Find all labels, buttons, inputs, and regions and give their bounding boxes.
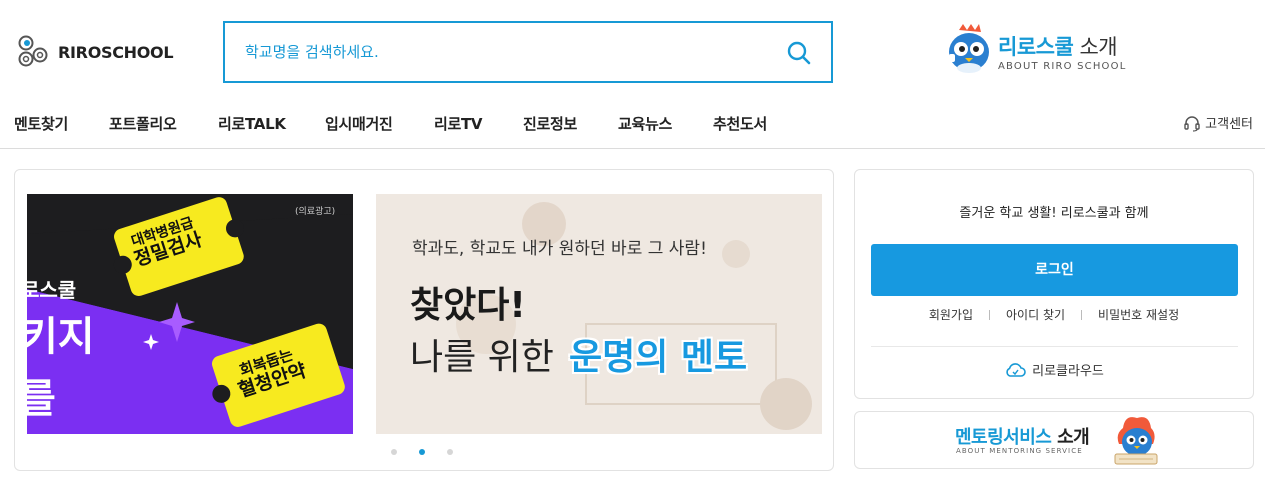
main-nav: 멘토찾기 포트폴리오 리로TALK 입시매거진 리로TV 진로정보 교육뉴스 추… — [0, 100, 1265, 149]
ad-banner-clinic[interactable]: (의료광고) 로스쿨 키지 를 대학병원급 정밀검사 회복돕는 혈청안약 — [27, 194, 353, 434]
search-icon[interactable] — [785, 39, 813, 67]
login-panel: 즐거운 학교 생활! 리로스쿨과 함께 로그인 회원가입 아이디 찾기 비밀번호… — [854, 169, 1254, 399]
logo-text: RIROSCHOOL — [58, 42, 174, 62]
mentor-mascot-icon — [1114, 417, 1158, 465]
header: RIROSCHOOL 리로스쿨 소개 ABOUT RIRO SCHOOL — [0, 0, 1265, 100]
signup-link[interactable]: 회원가입 — [929, 306, 973, 323]
ad-brand: 로스쿨 — [27, 278, 77, 302]
mascot-icon — [949, 24, 989, 73]
about-subtitle: ABOUT RIRO SCHOOL — [998, 61, 1127, 72]
nav-item-books[interactable]: 추천도서 — [713, 113, 767, 134]
nav-item-magazine[interactable]: 입시매거진 — [325, 113, 393, 134]
school-search-input[interactable] — [245, 39, 765, 65]
cloud-label: 리로클라우드 — [1032, 364, 1104, 379]
nav-item-tv[interactable]: 리로TV — [434, 113, 483, 134]
find-id-link[interactable]: 아이디 찾기 — [1006, 306, 1065, 323]
ad-tag: (의료광고) — [295, 207, 336, 217]
headset-icon — [1184, 115, 1200, 132]
ad-banner-mentor[interactable]: 학과도, 학교도 내가 원하던 바로 그 사람! 찾았다! 나를 위한 운명의 … — [376, 194, 822, 434]
nav-item-portfolio[interactable]: 포트폴리오 — [109, 113, 177, 134]
account-links: 회원가입 아이디 찾기 비밀번호 재설정 — [855, 306, 1253, 323]
mentoring-title: 멘토링서비스 소개 — [955, 427, 1090, 448]
login-message: 즐거운 학교 생활! 리로스쿨과 함께 — [959, 206, 1149, 221]
banner-carousel: (의료광고) 로스쿨 키지 를 대학병원급 정밀검사 회복돕는 혈청안약 학과도… — [14, 169, 834, 471]
riroschool-logo-icon — [18, 35, 48, 67]
ad-headline-2: 를 — [27, 366, 56, 424]
about-riroschool-link[interactable]: 리로스쿨 소개 ABOUT RIRO SCHOOL — [945, 24, 1145, 76]
riroschool-logo[interactable]: RIROSCHOOL — [18, 35, 174, 69]
reset-password-link[interactable]: 비밀번호 재설정 — [1098, 306, 1179, 323]
customer-center-link[interactable]: 고객센터 — [1183, 113, 1253, 132]
mentoring-subtitle: ABOUT MENTORING SERVICE — [956, 447, 1083, 455]
carousel-dot-2[interactable] — [419, 449, 425, 455]
carousel-dot-3[interactable] — [447, 449, 453, 455]
riro-cloud-link[interactable]: 리로클라우드 — [855, 360, 1253, 379]
login-button[interactable]: 로그인 — [871, 244, 1238, 296]
search-box — [223, 21, 833, 83]
cloud-icon — [1006, 362, 1026, 377]
divider — [871, 346, 1238, 347]
nav-item-talk[interactable]: 리로TALK — [218, 113, 286, 134]
nav-item-career[interactable]: 진로정보 — [523, 113, 577, 134]
link-divider — [989, 309, 991, 320]
link-divider — [1081, 309, 1083, 320]
ad-line-3: 나를 위한 운명의 멘토 — [410, 337, 748, 378]
carousel-pagination — [391, 449, 453, 455]
ad-headline-1: 키지 — [27, 314, 95, 360]
nav-item-news[interactable]: 교육뉴스 — [618, 113, 672, 134]
nav-item-mentor[interactable]: 멘토찾기 — [14, 113, 68, 134]
ad-line-2: 찾았다! — [410, 285, 526, 326]
about-title: 리로스쿨 소개 — [998, 35, 1118, 59]
mentoring-service-banner[interactable]: 멘토링서비스 소개 ABOUT MENTORING SERVICE — [854, 411, 1254, 469]
ad-line-1: 학과도, 학교도 내가 원하던 바로 그 사람! — [412, 239, 707, 259]
carousel-dot-1[interactable] — [391, 449, 397, 455]
customer-center-label: 고객센터 — [1205, 117, 1253, 132]
